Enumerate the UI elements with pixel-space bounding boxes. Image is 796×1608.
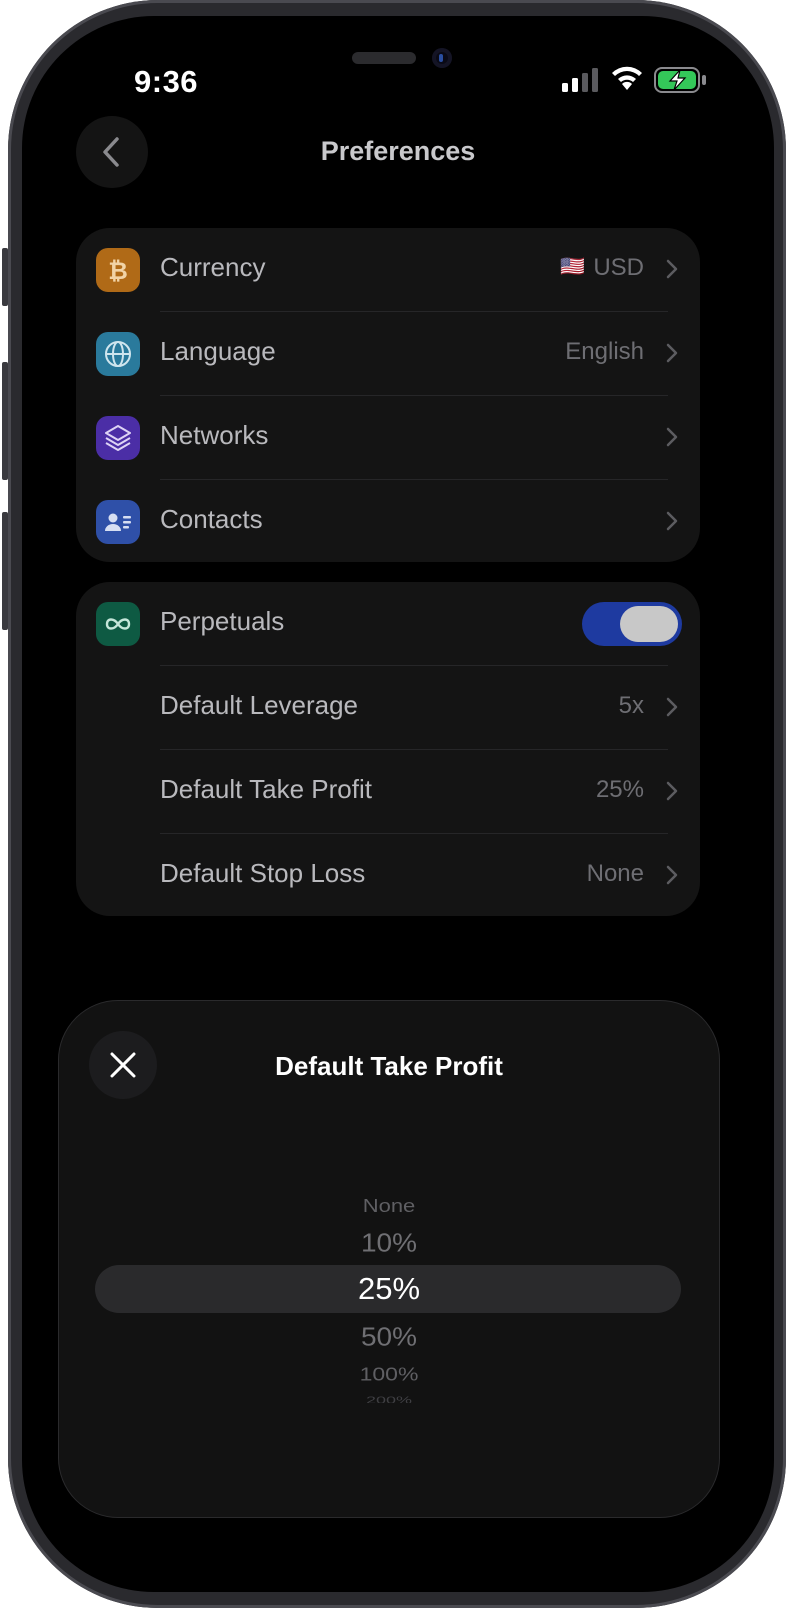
currency-icon-badge: ₿ (96, 248, 140, 292)
globe-icon (105, 341, 131, 367)
volume-down-button (2, 512, 8, 630)
default-stop-loss-label: Default Stop Loss (160, 858, 366, 888)
perpetuals-icon-badge (96, 602, 140, 646)
language-value: English (565, 338, 644, 365)
networks-icon-badge (96, 416, 140, 460)
language-row[interactable]: Language English (76, 312, 700, 396)
contacts-label: Contacts (160, 504, 263, 534)
picker-option[interactable]: 50% (95, 1322, 683, 1352)
wifi-icon (612, 66, 642, 90)
networks-row[interactable]: Networks (76, 396, 700, 480)
picker-option-selected[interactable]: 25% (95, 1271, 683, 1307)
chevron-right-icon (666, 259, 678, 279)
picker-option[interactable]: 200% (95, 1393, 683, 1403)
svg-text:₿: ₿ (108, 257, 128, 285)
status-bar: 9:36 (22, 16, 774, 126)
battery-charging-icon (654, 67, 706, 93)
page-title: Preferences (320, 136, 476, 166)
networks-label: Networks (160, 420, 269, 450)
status-time: 9:36 (134, 64, 199, 99)
default-leverage-row[interactable]: Default Leverage 5x (76, 666, 700, 750)
mute-switch (2, 248, 8, 306)
language-label: Language (160, 336, 276, 366)
default-leverage-value: 5x (618, 692, 644, 719)
default-take-profit-row[interactable]: Default Take Profit 25% (76, 750, 700, 834)
chevron-right-icon (666, 781, 678, 801)
picker-option[interactable]: 100% (95, 1363, 683, 1385)
screen: 9:36 Preferences ₿ Currency 🇺🇸 USD Langu… (22, 16, 774, 1592)
default-take-profit-label: Default Take Profit (160, 774, 372, 804)
default-stop-loss-value: None (586, 860, 644, 887)
contact-card-icon (105, 513, 131, 531)
chevron-right-icon (666, 427, 678, 447)
picker-option[interactable]: None (95, 1195, 683, 1217)
currency-value-text: USD (593, 254, 644, 281)
contacts-row[interactable]: Contacts (76, 480, 700, 564)
picker-option[interactable]: 10% (95, 1228, 683, 1258)
front-camera (432, 48, 452, 68)
sheet-title: Default Take Profit (275, 1051, 503, 1081)
toggle-knob (620, 606, 678, 642)
us-flag-icon: 🇺🇸 (560, 254, 586, 278)
cellular-signal-icon (562, 68, 598, 92)
perpetuals-row: Perpetuals (76, 582, 700, 666)
take-profit-sheet: Default Take Profit None 10% 25% 50% 100… (58, 1000, 720, 1518)
chevron-right-icon (666, 697, 678, 717)
infinity-icon (105, 618, 131, 630)
default-stop-loss-row[interactable]: Default Stop Loss None (76, 834, 700, 918)
earpiece-speaker (352, 52, 416, 64)
contacts-icon-badge (96, 500, 140, 544)
currency-value: 🇺🇸 USD (560, 254, 644, 282)
default-take-profit-value: 25% (595, 776, 644, 803)
layers-icon (105, 425, 131, 451)
currency-row[interactable]: ₿ Currency 🇺🇸 USD (76, 228, 700, 312)
perpetuals-card: Perpetuals Default Leverage 5x Default T… (76, 582, 700, 916)
currency-label: Currency (160, 252, 266, 282)
perpetuals-label: Perpetuals (160, 606, 285, 636)
take-profit-picker[interactable]: None 10% 25% 50% 100% 200% (95, 1181, 683, 1411)
general-settings-card: ₿ Currency 🇺🇸 USD Language English Netwo… (76, 228, 700, 562)
chevron-right-icon (666, 511, 678, 531)
bitcoin-icon: ₿ (108, 257, 128, 285)
volume-up-button (2, 362, 8, 480)
language-icon-badge (96, 332, 140, 376)
chevron-right-icon (666, 343, 678, 363)
nav-bar: Preferences (22, 116, 774, 196)
perpetuals-toggle[interactable] (582, 602, 682, 646)
chevron-right-icon (666, 865, 678, 885)
status-icons (562, 66, 712, 94)
default-leverage-label: Default Leverage (160, 690, 359, 720)
